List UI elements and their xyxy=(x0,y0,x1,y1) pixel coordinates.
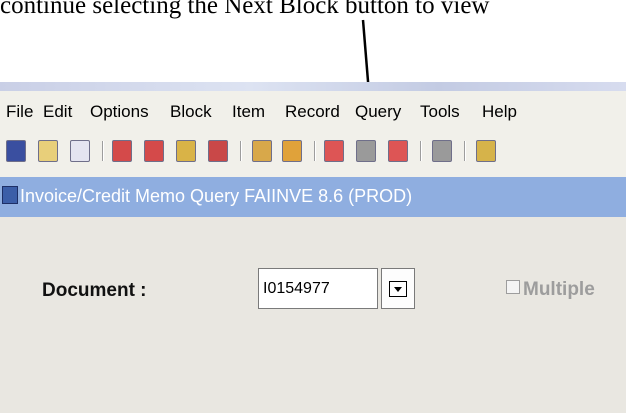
checkbox-icon xyxy=(506,280,520,294)
menu-tools[interactable]: Tools xyxy=(420,102,460,122)
exit-icon[interactable] xyxy=(388,140,408,162)
toolbar-separator xyxy=(464,141,466,161)
next-block-icon[interactable] xyxy=(282,140,302,162)
menu-block[interactable]: Block xyxy=(170,102,212,122)
menu-options[interactable]: Options xyxy=(90,102,149,122)
enter-query-icon[interactable] xyxy=(176,140,196,162)
document-label: Document : xyxy=(42,280,147,301)
toolbar xyxy=(0,131,626,177)
instruction-caption: continue selecting the Next Block button… xyxy=(0,0,490,19)
insert-record-icon[interactable] xyxy=(112,140,132,162)
multiple-checkbox[interactable]: Multiple xyxy=(506,279,595,301)
toolbar-separator xyxy=(102,141,104,161)
previous-block-icon[interactable] xyxy=(252,140,272,162)
menu-bar: File Edit Options Block Item Record Quer… xyxy=(0,91,626,132)
document-input[interactable]: I0154977 xyxy=(258,268,378,309)
print-icon[interactable] xyxy=(70,140,90,162)
form-body: Document : I0154977 Multiple xyxy=(0,217,626,413)
list-icon[interactable] xyxy=(356,140,376,162)
print-2-icon[interactable] xyxy=(476,140,496,162)
form-window-icon xyxy=(2,186,18,204)
remove-record-icon[interactable] xyxy=(144,140,164,162)
menu-record[interactable]: Record xyxy=(285,102,340,122)
chevron-down-icon xyxy=(389,281,407,297)
attach-icon[interactable] xyxy=(432,140,452,162)
help-icon[interactable] xyxy=(324,140,344,162)
menu-query[interactable]: Query xyxy=(355,102,401,122)
form-window-title: Invoice/Credit Memo Query FAIINVE 8.6 (P… xyxy=(0,177,626,217)
rollback-icon[interactable] xyxy=(38,140,58,162)
execute-query-icon[interactable] xyxy=(208,140,228,162)
menu-file[interactable]: File xyxy=(6,102,33,122)
menu-item[interactable]: Item xyxy=(232,102,265,122)
toolbar-separator xyxy=(420,141,422,161)
save-icon[interactable] xyxy=(6,140,26,162)
toolbar-separator xyxy=(314,141,316,161)
app-titlebar xyxy=(0,82,626,91)
menu-help[interactable]: Help xyxy=(482,102,517,122)
form-window-title-text: Invoice/Credit Memo Query FAIINVE 8.6 (P… xyxy=(20,186,413,206)
multiple-label: Multiple xyxy=(523,279,595,300)
document-list-button[interactable] xyxy=(381,268,415,309)
menu-edit[interactable]: Edit xyxy=(43,102,72,122)
toolbar-separator xyxy=(240,141,242,161)
